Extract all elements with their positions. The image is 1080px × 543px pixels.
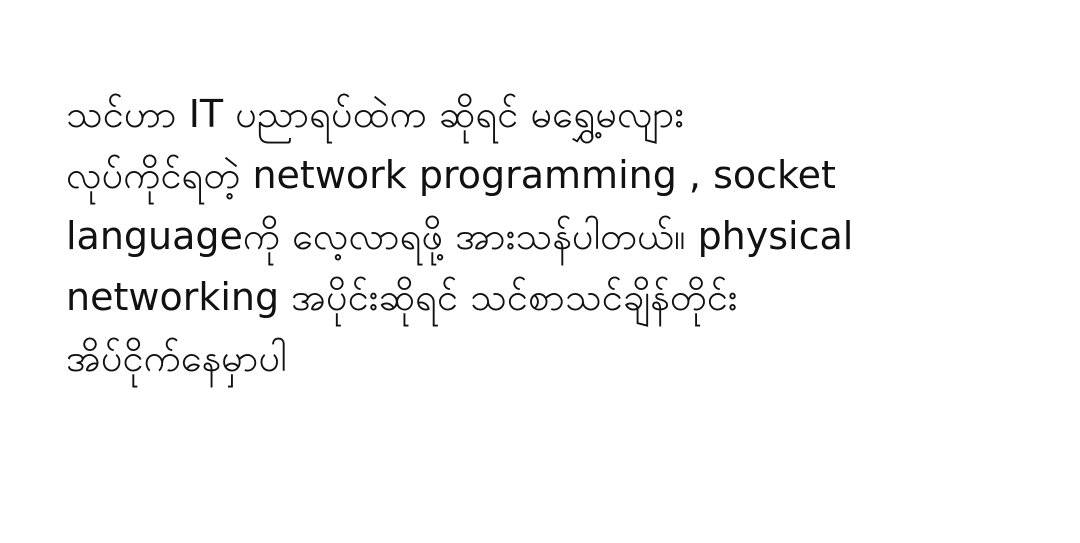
post-text: သင်ဟာ IT ပညာရပ်ထဲက ဆိုရင် မရွှေ့မလျား လု… [66,84,1026,389]
text-line-1: သင်ဟာ IT ပညာရပ်ထဲက ဆိုရင် မရွှေ့မလျား [66,92,684,136]
text-line-2: လုပ်ကိုင်ရတဲ့ network programming , sock… [66,153,836,197]
text-line-5: အိပ်ငိုက်နေမှာပါ [66,336,287,380]
text-line-3: languageကို လေ့လာရဖို့ အားသန်ပါတယ်။ phys… [66,214,854,258]
text-line-4: networking အပိုင်းဆိုရင် သင်စာသင်ချိန်တိ… [66,275,738,319]
